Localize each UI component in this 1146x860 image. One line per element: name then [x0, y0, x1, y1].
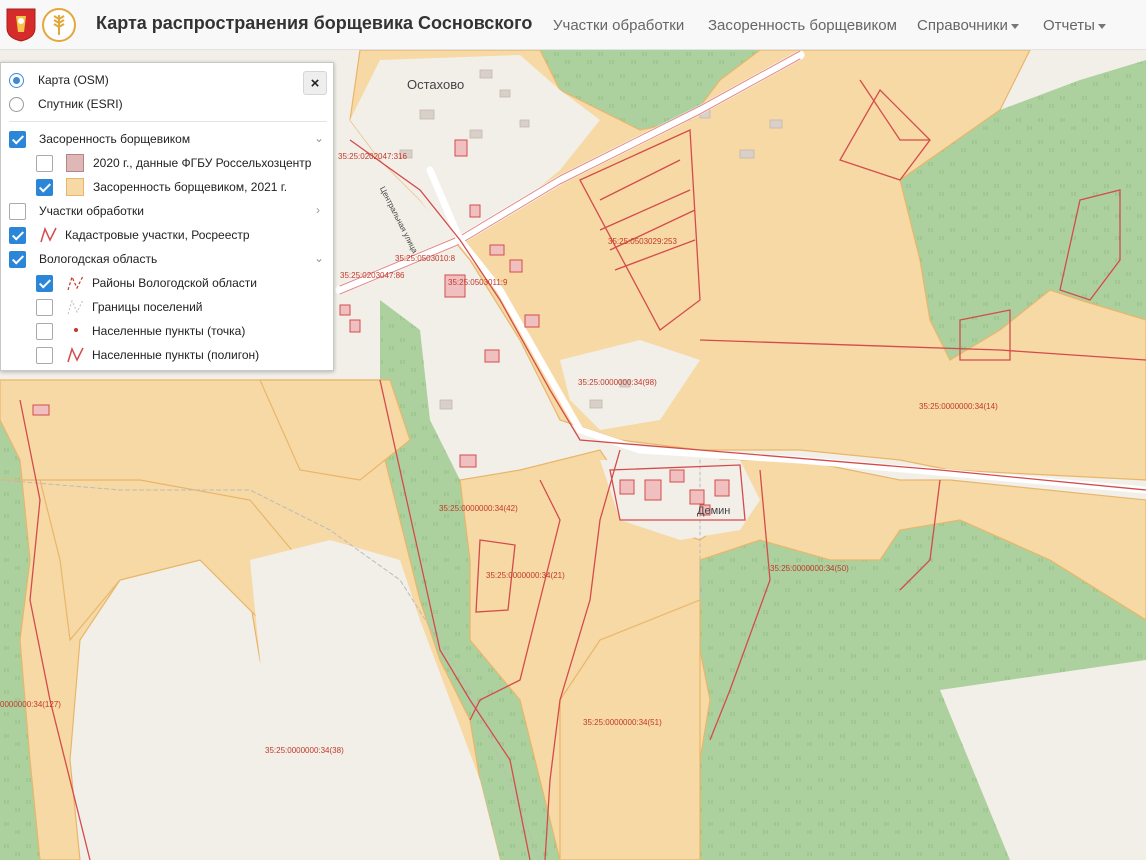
- chevron-down-icon[interactable]: ⌄: [314, 131, 324, 145]
- group-weed-infestation[interactable]: Засоренность борщевиком: [9, 129, 190, 149]
- checkbox-localities-polygon[interactable]: [36, 346, 53, 364]
- polyline-legend-icon: [67, 346, 84, 363]
- legend-swatch-2020: [66, 154, 84, 172]
- layer-weed-2021[interactable]: Засоренность борщевиком, 2021 г.: [36, 177, 287, 197]
- checkbox-weed-2020[interactable]: [36, 154, 53, 172]
- point-legend-icon: [74, 328, 78, 332]
- caret-down-icon: [1010, 23, 1019, 29]
- layer-cadastral[interactable]: Кадастровые участки, Росреестр: [9, 225, 250, 245]
- layer-localities-point-label: Населенные пункты (точка): [92, 324, 246, 338]
- divider: [9, 121, 327, 122]
- parcel-label: 35:25:0000000:34(42): [439, 504, 518, 513]
- checkbox-settlement-borders[interactable]: [36, 298, 53, 316]
- place-label-demin: Демин: [697, 505, 731, 517]
- polyline-legend-icon: [67, 275, 84, 291]
- close-panel-button[interactable]: ×: [303, 71, 327, 95]
- parcel-label: 35:25:0000000:34(38): [265, 746, 344, 755]
- layer-weed-2021-label: Засоренность борщевиком, 2021 г.: [93, 180, 288, 194]
- nav-weed-infestation[interactable]: Засоренность борщевиком: [708, 17, 897, 34]
- basemap-osm-option[interactable]: Карта (OSM): [9, 70, 109, 90]
- layer-cadastral-label: Кадастровые участки, Росреестр: [65, 228, 250, 242]
- parcel-label: 0000000:34(127): [0, 700, 61, 709]
- layer-settlement-borders-label: Границы поселений: [92, 300, 203, 314]
- parcel-label: 35:25:0000000:34(14): [919, 402, 998, 411]
- checkbox-localities-point[interactable]: [36, 322, 53, 340]
- layer-districts-label: Районы Вологодской области: [92, 276, 257, 290]
- nav-reports-dropdown[interactable]: Отчеты: [1043, 17, 1106, 34]
- layers-panel: Карта (OSM) Спутник (ESRI) × Засоренност…: [0, 62, 334, 371]
- nav-references-dropdown[interactable]: Справочники: [917, 17, 1019, 34]
- legend-swatch-2021: [66, 178, 84, 196]
- parcel-label: 35:25:0203047:86: [340, 271, 405, 280]
- caret-down-icon: [1097, 23, 1106, 29]
- layer-districts[interactable]: Районы Вологодской области: [36, 273, 257, 293]
- checkbox-weed-group[interactable]: [9, 130, 26, 148]
- layer-localities-polygon[interactable]: Населенные пункты (полигон): [36, 345, 259, 365]
- chevron-right-icon[interactable]: ›: [316, 203, 320, 217]
- chevron-down-icon[interactable]: ⌄: [314, 251, 324, 265]
- app-title[interactable]: Карта распространения борщевика Сосновск…: [96, 13, 532, 34]
- parcel-label: 35:25:0000000:34(50): [770, 564, 849, 573]
- polyline-legend-icon: [40, 226, 57, 243]
- layer-weed-2020[interactable]: 2020 г., данные ФГБУ Россельхозцентр: [36, 153, 311, 173]
- nav-treatment-areas[interactable]: Участки обработки: [553, 17, 684, 34]
- group-treatment-label: Участки обработки: [39, 204, 144, 218]
- parcel-label: 35:25:0503011:9: [448, 278, 508, 287]
- parcel-label: 35:25:0000000:34(51): [583, 718, 662, 727]
- parcel-label: 35:25:0202047:316: [338, 152, 407, 161]
- polyline-legend-icon: [67, 299, 84, 315]
- checkbox-treatment[interactable]: [9, 202, 26, 220]
- group-weed-label: Засоренность борщевиком: [39, 132, 191, 146]
- layer-localities-polygon-label: Населенные пункты (полигон): [92, 348, 260, 362]
- parcel-label: 35:25:0503029:253: [608, 237, 677, 246]
- group-treatment[interactable]: Участки обработки: [9, 201, 144, 221]
- parcel-label: 35:25:0503010:8: [395, 254, 456, 263]
- basemap-esri-option[interactable]: Спутник (ESRI): [9, 94, 123, 114]
- checkbox-districts[interactable]: [36, 274, 53, 292]
- top-navbar: Карта распространения борщевика Сосновск…: [0, 0, 1146, 50]
- parcel-label: 35:25:0000000:34(21): [486, 571, 565, 580]
- group-region[interactable]: Вологодская область: [9, 249, 157, 269]
- layer-localities-point[interactable]: Населенные пункты (точка): [36, 321, 245, 341]
- radio-osm[interactable]: [9, 72, 24, 88]
- checkbox-region[interactable]: [9, 250, 26, 268]
- basemap-esri-label: Спутник (ESRI): [38, 97, 123, 111]
- checkbox-cadastral[interactable]: [9, 226, 26, 244]
- coat-of-arms-icon: [6, 8, 36, 42]
- group-region-label: Вологодская область: [39, 252, 158, 266]
- emblem-icon: [42, 8, 76, 42]
- radio-esri[interactable]: [9, 96, 24, 112]
- basemap-osm-label: Карта (OSM): [38, 73, 109, 87]
- parcel-label: 35:25:0000000:34(98): [578, 378, 657, 387]
- layer-weed-2020-label: 2020 г., данные ФГБУ Россельхозцентр: [93, 156, 312, 170]
- checkbox-weed-2021[interactable]: [36, 178, 53, 196]
- layer-settlement-borders[interactable]: Границы поселений: [36, 297, 203, 317]
- place-label-ostakhovo: Остахово: [407, 77, 465, 92]
